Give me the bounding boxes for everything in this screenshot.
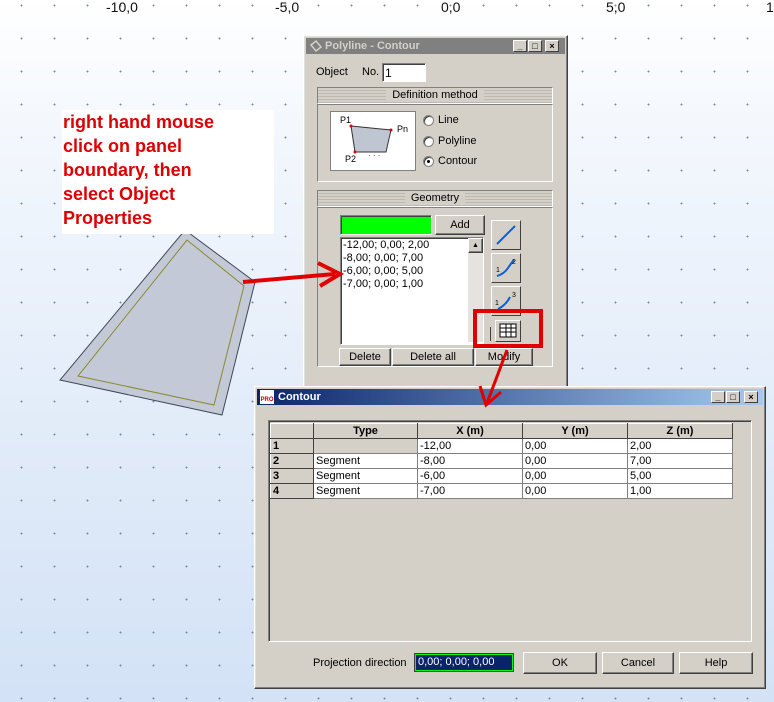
polyline-app-icon xyxy=(309,39,323,53)
preview-label-pn: Pn xyxy=(397,124,409,134)
table-row[interactable]: 1 -12,00 0,00 2,00 xyxy=(270,438,733,454)
add-button[interactable]: Add xyxy=(435,215,485,235)
cell-y[interactable]: 0,00 xyxy=(522,453,628,469)
table-row[interactable]: 4 Segment -7,00 0,00 1,00 xyxy=(270,483,733,499)
definition-method-group: · · · P1 Pn P2 Line Polyline Contour xyxy=(317,104,553,182)
polyline-titlebar[interactable]: Polyline - Contour _ □ × xyxy=(306,38,565,54)
help-button[interactable]: Help xyxy=(679,652,753,674)
radio-polyline[interactable] xyxy=(423,136,434,147)
list-item[interactable]: -8,00; 0,00; 7,00 xyxy=(343,252,481,265)
contour-preview: · · · P1 Pn P2 xyxy=(330,111,416,171)
svg-text:· · ·: · · · xyxy=(368,151,380,160)
annotation-line: boundary, then xyxy=(63,160,192,180)
projection-direction-field[interactable]: 0,00; 0,00; 0,00 xyxy=(414,653,514,672)
radio-line[interactable] xyxy=(423,115,434,126)
coordinate-input[interactable] xyxy=(340,215,432,235)
column-header-z[interactable]: Z (m) xyxy=(627,423,733,439)
table-row[interactable]: 2 Segment -8,00 0,00 7,00 xyxy=(270,453,733,469)
column-header-x[interactable]: X (m) xyxy=(417,423,523,439)
preview-label-p1: P1 xyxy=(340,115,352,125)
object-number-input[interactable] xyxy=(382,63,426,82)
cell-y[interactable]: 0,00 xyxy=(522,468,628,484)
radio-contour[interactable] xyxy=(423,156,434,167)
row-header[interactable]: 2 xyxy=(270,453,314,469)
cell-type[interactable]: Segment xyxy=(313,483,418,499)
list-item[interactable]: -12,00; 0,00; 2,00 xyxy=(343,239,481,252)
arc-tool-button[interactable]: 12 xyxy=(491,253,521,283)
annotation-note: right hand mouse click on panel boundary… xyxy=(62,110,274,234)
contour-table[interactable]: Type X (m) Y (m) Z (m) 1 -12,00 0,00 2,0… xyxy=(270,423,733,499)
preview-label-p2: P2 xyxy=(345,154,357,164)
cell-x[interactable]: -6,00 xyxy=(417,468,523,484)
object-no-label: No. xyxy=(362,66,380,78)
cell-z[interactable]: 5,00 xyxy=(627,468,733,484)
delete-button[interactable]: Delete xyxy=(339,348,391,366)
list-item[interactable]: -7,00; 0,00; 1,00 xyxy=(343,278,481,291)
annotation-line: Properties xyxy=(63,208,153,228)
cell-x[interactable]: -7,00 xyxy=(417,483,523,499)
delete-all-button[interactable]: Delete all xyxy=(392,348,474,366)
close-button[interactable]: × xyxy=(545,40,559,52)
svg-text:2: 2 xyxy=(512,259,516,266)
cell-x[interactable]: -12,00 xyxy=(417,438,523,454)
app-badge: PRO xyxy=(260,397,274,403)
maximize-button[interactable]: □ xyxy=(528,40,542,52)
line-tool-button[interactable] xyxy=(491,220,521,250)
minimize-button[interactable]: _ xyxy=(513,40,527,52)
object-label: Object xyxy=(316,66,348,78)
cell-y[interactable]: 0,00 xyxy=(522,438,628,454)
modify-button[interactable]: Modify xyxy=(475,348,533,366)
annotation-line: right hand mouse xyxy=(63,112,215,132)
annotation-line: select Object xyxy=(63,184,176,204)
arc-icon: 12 xyxy=(496,259,516,277)
table-row[interactable]: 3 Segment -6,00 0,00 5,00 xyxy=(270,468,733,484)
definition-method-title: Definition method xyxy=(386,89,484,101)
row-header[interactable]: 4 xyxy=(270,483,314,499)
highlight-box xyxy=(473,309,543,348)
scroll-up-button[interactable]: ▲ xyxy=(468,238,483,253)
contour-titlebar[interactable]: PRO Contour _ □ × xyxy=(257,389,763,405)
column-header-type[interactable]: Type xyxy=(313,423,418,439)
radio-polyline-label[interactable]: Polyline xyxy=(438,135,477,147)
pro-app-icon: PRO xyxy=(260,390,274,404)
projection-direction-label: Projection direction xyxy=(313,657,407,669)
cancel-button[interactable]: Cancel xyxy=(602,652,674,674)
cell-z[interactable]: 1,00 xyxy=(627,483,733,499)
radio-contour-label[interactable]: Contour xyxy=(438,155,477,167)
window-title: Contour xyxy=(278,391,321,403)
close-button[interactable]: × xyxy=(744,391,758,403)
points-list[interactable]: -12,00; 0,00; 2,00 -8,00; 0,00; 7,00 -6,… xyxy=(340,237,484,345)
maximize-button[interactable]: □ xyxy=(726,391,740,403)
diagonal-line-icon xyxy=(496,225,516,245)
cell-x[interactable]: -8,00 xyxy=(417,453,523,469)
cell-type[interactable]: Segment xyxy=(313,468,418,484)
window-title: Polyline - Contour xyxy=(325,40,420,52)
cell-z[interactable]: 7,00 xyxy=(627,453,733,469)
list-item[interactable]: -6,00; 0,00; 5,00 xyxy=(343,265,481,278)
cell-y[interactable]: 0,00 xyxy=(522,483,628,499)
table-corner xyxy=(270,423,314,439)
row-header[interactable]: 1 xyxy=(270,438,314,454)
annotation-line: click on panel xyxy=(63,136,183,156)
contour-table-area: Type X (m) Y (m) Z (m) 1 -12,00 0,00 2,0… xyxy=(268,420,752,642)
geometry-header: Geometry xyxy=(317,190,553,207)
ok-button[interactable]: OK xyxy=(523,652,597,674)
minimize-button[interactable]: _ xyxy=(711,391,725,403)
svg-text:1: 1 xyxy=(496,267,500,274)
column-header-y[interactable]: Y (m) xyxy=(522,423,628,439)
svg-text:3: 3 xyxy=(512,292,516,299)
definition-method-header: Definition method xyxy=(317,87,553,104)
cell-type[interactable]: Segment xyxy=(313,453,418,469)
contour-window: PRO Contour _ □ × Type X (m) Y (m) Z (m)… xyxy=(254,386,766,689)
svg-text:1: 1 xyxy=(495,300,499,307)
cell-type[interactable] xyxy=(313,438,418,454)
row-header[interactable]: 3 xyxy=(270,468,314,484)
geometry-title: Geometry xyxy=(404,192,466,204)
projection-direction-value: 0,00; 0,00; 0,00 xyxy=(416,655,512,670)
radio-line-label[interactable]: Line xyxy=(438,114,459,126)
cell-z[interactable]: 2,00 xyxy=(627,438,733,454)
